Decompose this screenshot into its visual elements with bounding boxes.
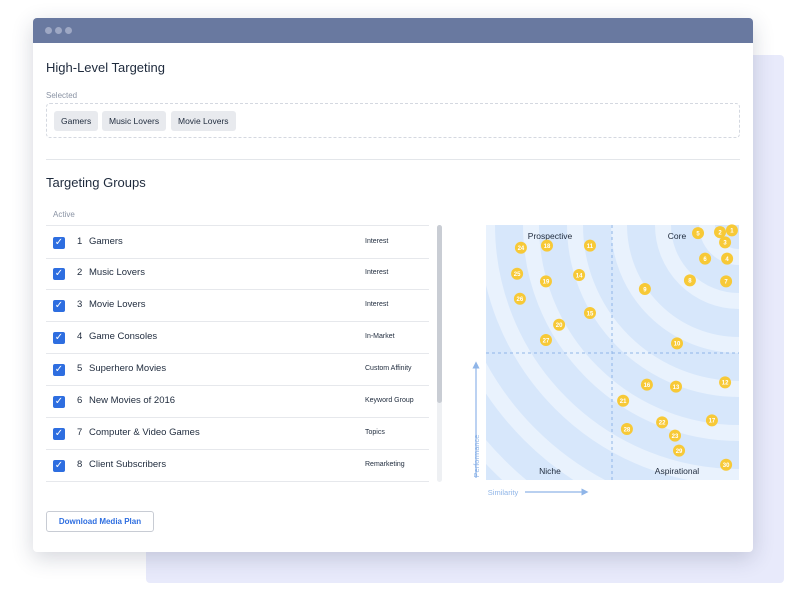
quadrant-label-prospective: Prospective bbox=[528, 231, 573, 241]
data-point-label: 15 bbox=[587, 311, 594, 317]
data-point-label: 24 bbox=[518, 246, 525, 252]
data-point-label: 25 bbox=[514, 272, 521, 278]
quadrant-label-core: Core bbox=[668, 231, 687, 241]
data-point-label: 19 bbox=[543, 280, 550, 286]
x-axis-label: Similarity bbox=[488, 488, 519, 497]
data-point-label: 21 bbox=[620, 399, 627, 405]
data-point-label: 11 bbox=[587, 244, 594, 250]
data-point-label: 13 bbox=[673, 385, 680, 391]
data-point-label: 26 bbox=[517, 297, 524, 303]
data-point-label: 16 bbox=[644, 383, 651, 389]
data-point-label: 27 bbox=[543, 338, 550, 344]
data-point-label: 23 bbox=[672, 434, 679, 440]
quadrant-label-aspirational: Aspirational bbox=[655, 466, 700, 476]
data-point-label: 10 bbox=[674, 342, 681, 348]
data-point-label: 18 bbox=[544, 244, 551, 250]
data-point-label: 12 bbox=[722, 381, 729, 387]
targeting-chart: Prospective Core Niche Aspirational Perf… bbox=[472, 224, 739, 497]
data-point-label: 29 bbox=[676, 449, 683, 455]
data-point-label: 30 bbox=[723, 463, 730, 469]
data-point-label: 20 bbox=[556, 323, 563, 329]
data-point-label: 14 bbox=[576, 273, 583, 279]
data-point-label: 17 bbox=[709, 419, 716, 425]
data-point-label: 28 bbox=[624, 427, 631, 433]
y-axis-label: Performance bbox=[472, 435, 481, 478]
quadrant-label-niche: Niche bbox=[539, 466, 561, 476]
data-point-label: 22 bbox=[659, 421, 666, 427]
app-window: High-Level Targeting Selected Gamers Mus… bbox=[33, 18, 753, 552]
